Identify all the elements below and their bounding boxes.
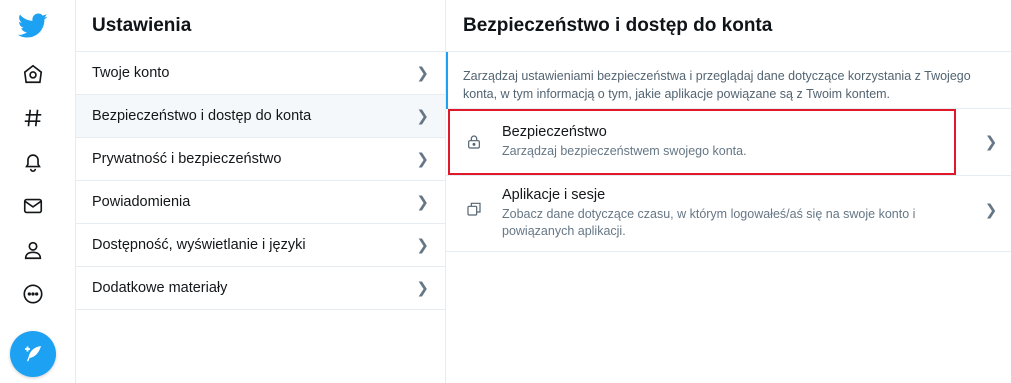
notifications-bell-icon[interactable] [17, 146, 49, 178]
chevron-right-icon: ❯ [984, 134, 998, 151]
option-apps-sessions[interactable]: Aplikacje i sesje Zobacz dane dotyczące … [446, 176, 1011, 252]
scroll-indicator [446, 52, 448, 109]
twitter-logo-icon[interactable] [17, 10, 49, 42]
chevron-right-icon: ❯ [416, 194, 429, 211]
detail-description: Zarządzaj ustawieniami bezpieczeństwa i … [446, 52, 1011, 109]
option-title: Bezpieczeństwo [502, 124, 607, 140]
settings-column: Ustawienia Twoje konto ❯ Bezpieczeństwo … [75, 0, 446, 383]
option-title: Aplikacje i sesje [502, 187, 606, 203]
feather-plus-icon [25, 346, 41, 362]
option-subtitle: Zobacz dane dotyczące czasu, w którym lo… [502, 207, 916, 238]
settings-item-label: Powiadomienia [92, 194, 191, 210]
option-security[interactable]: Bezpieczeństwo Zarządzaj bezpieczeństwem… [446, 109, 1011, 176]
option-text: Aplikacje i sesje Zobacz dane dotyczące … [502, 187, 971, 251]
settings-item-security-access[interactable]: Bezpieczeństwo i dostęp do konta ❯ [76, 95, 445, 138]
lock-icon [446, 134, 502, 150]
settings-item-label: Prywatność i bezpieczeństwo [92, 151, 282, 167]
detail-column: Bezpieczeństwo i dostęp do konta Zarządz… [446, 0, 1011, 383]
settings-item-label: Twoje konto [92, 65, 170, 81]
copy-windows-icon [446, 187, 502, 251]
explore-hashtag-icon[interactable] [17, 102, 49, 134]
settings-item-label: Dodatkowe materiały [92, 280, 228, 296]
messages-envelope-icon[interactable] [17, 190, 49, 222]
more-dots-icon[interactable] [17, 278, 49, 310]
option-text: Bezpieczeństwo Zarządzaj bezpieczeństwem… [502, 124, 971, 160]
chevron-right-icon: ❯ [416, 280, 429, 297]
settings-item-privacy-safety[interactable]: Prywatność i bezpieczeństwo ❯ [76, 138, 445, 181]
option-subtitle: Zarządzaj bezpieczeństwem swojego konta. [502, 144, 747, 158]
settings-title: Ustawienia [76, 0, 445, 52]
chevron-right-icon: ❯ [416, 237, 429, 254]
chevron-right-icon: ❯ [416, 151, 429, 168]
chevron-right-icon: ❯ [416, 65, 429, 82]
settings-item-label: Bezpieczeństwo i dostęp do konta [92, 108, 312, 124]
primary-nav-rail [0, 0, 66, 383]
detail-title: Bezpieczeństwo i dostęp do konta [446, 0, 1011, 52]
settings-item-additional-resources[interactable]: Dodatkowe materiały ❯ [76, 267, 445, 310]
chevron-right-icon: ❯ [416, 108, 429, 125]
profile-icon[interactable] [17, 234, 49, 266]
settings-item-notifications[interactable]: Powiadomienia ❯ [76, 181, 445, 224]
settings-item-label: Dostępność, wyświetlanie i języki [92, 237, 306, 253]
compose-tweet-button[interactable] [10, 331, 56, 377]
chevron-right-icon: ❯ [984, 202, 998, 219]
settings-item-accessibility-display-languages[interactable]: Dostępność, wyświetlanie i języki ❯ [76, 224, 445, 267]
home-icon[interactable] [17, 58, 49, 90]
settings-item-your-account[interactable]: Twoje konto ❯ [76, 52, 445, 95]
